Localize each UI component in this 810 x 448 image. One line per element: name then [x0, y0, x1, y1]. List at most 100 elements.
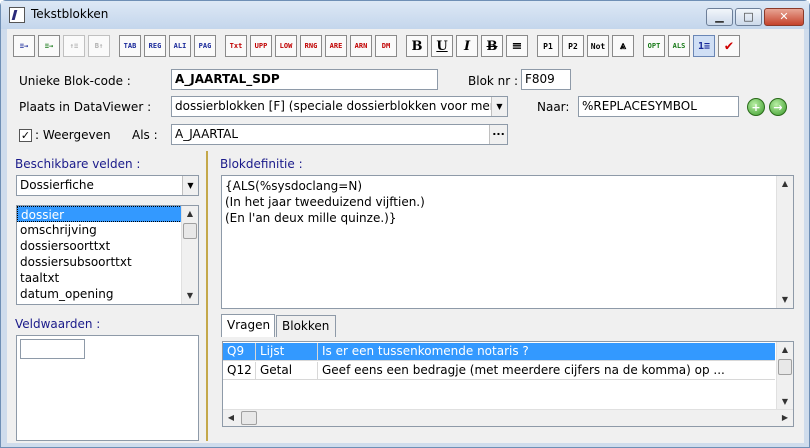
scroll-down-icon[interactable]: ▼	[777, 394, 793, 410]
scroll-left-icon[interactable]: ◀	[223, 410, 239, 426]
list-item[interactable]: taaltxt	[17, 270, 198, 286]
table-row[interactable]: Q9 Lijst Is er een tussenkomende notaris…	[223, 343, 775, 361]
veldwaarden-label: Veldwaarden :	[15, 317, 101, 331]
tab-vragen[interactable]: Vragen	[221, 314, 275, 337]
scroll-right-icon[interactable]: ▶	[777, 410, 793, 426]
velden-list[interactable]: dossier omschrijving dossiersoorttxt dos…	[16, 205, 199, 305]
window-title: Tekstblokken	[31, 7, 109, 21]
scroll-down-icon[interactable]: ▼	[777, 292, 793, 308]
row-text: Geef eens een bedragje (met meerdere cij…	[322, 363, 725, 377]
client-area: ≡→ ≡→ ↑≡ B↑ TAB REG ALI PAG Txt UPP LOW …	[7, 29, 804, 443]
toolbar: ≡→ ≡→ ↑≡ B↑ TAB REG ALI PAG Txt UPP LOW …	[13, 33, 743, 59]
blokcode-label: Unieke Blok-code :	[19, 74, 131, 88]
chevron-down-icon[interactable]: ▼	[182, 176, 198, 195]
scroll-thumb[interactable]	[183, 223, 197, 239]
browse-button[interactable]: ...	[489, 125, 507, 144]
als-button[interactable]: ALS	[668, 35, 690, 57]
blokdefinitie-label: Blokdefinitie :	[220, 157, 303, 171]
minimize-button[interactable]: ▁	[706, 8, 733, 26]
tab-blokken[interactable]: Blokken	[276, 315, 336, 337]
editor-line: (En l'an deux mille quinze.)}	[225, 211, 397, 225]
scroll-up-icon[interactable]: ▲	[777, 342, 793, 358]
maximize-button[interactable]: □	[735, 8, 762, 26]
chevron-down-icon[interactable]: ▼	[491, 97, 507, 116]
plus-icon[interactable]: +	[747, 98, 765, 116]
grid-vscrollbar[interactable]: ▲ ▼	[776, 342, 793, 410]
plaats-select[interactable]: dossierblokken [F] (speciale dossierblok…	[171, 96, 508, 117]
rng-button[interactable]: RNG	[300, 35, 322, 57]
are-button[interactable]: ARE	[325, 35, 347, 57]
txt-button[interactable]: Txt	[225, 35, 247, 57]
strikethrough-button[interactable]: B	[481, 35, 503, 57]
splitter[interactable]	[206, 151, 208, 441]
velden-select-value: Dossierfiche	[20, 178, 94, 192]
close-button[interactable]: ✕	[764, 8, 804, 26]
row-text: Is er een tussenkomende notaris ?	[322, 344, 529, 358]
upp-button[interactable]: UPP	[250, 35, 272, 57]
row-type: Lijst	[256, 343, 318, 361]
bloknr-label: Blok nr :	[468, 74, 519, 88]
opt-button[interactable]: OPT	[643, 35, 665, 57]
scroll-thumb[interactable]	[241, 411, 257, 425]
veldwaarde-input[interactable]	[20, 339, 85, 359]
row-id: Q12	[223, 362, 256, 380]
p2-button[interactable]: P2	[562, 35, 584, 57]
scroll-up-icon[interactable]: ▲	[777, 176, 793, 192]
bloknr-input[interactable]: F809	[521, 69, 571, 90]
confirm-icon[interactable]: ✔	[718, 35, 740, 57]
scroll-up-icon[interactable]: ▲	[182, 206, 198, 222]
reg-button[interactable]: REG	[144, 35, 166, 57]
row-type: Getal	[256, 362, 318, 380]
list-item[interactable]: dossiersubsoorttxt	[17, 254, 198, 270]
velden-scrollbar[interactable]: ▲ ▼	[181, 206, 198, 304]
editor-scrollbar[interactable]: ▲ ▼	[776, 176, 793, 308]
list-item[interactable]: datum_opening	[17, 286, 198, 302]
editor-line: (In het jaar tweeduizend vijftien.)	[225, 195, 425, 209]
weergeven-checkbox[interactable]: ✓	[19, 129, 32, 142]
italic-button[interactable]: I	[456, 35, 478, 57]
move-down-button[interactable]: B↑	[88, 35, 110, 57]
editor-line: {ALS(%sysdoclang=N)	[225, 179, 363, 193]
als-value: A_JAARTAL	[175, 127, 239, 141]
list-item[interactable]: omschrijving	[17, 222, 198, 238]
plaats-label: Plaats in DataViewer :	[19, 100, 152, 114]
tab-button[interactable]: TAB	[119, 35, 141, 57]
scroll-down-icon[interactable]: ▼	[182, 288, 198, 304]
dm-button[interactable]: DM	[375, 35, 397, 57]
align-button[interactable]: ≡	[506, 35, 528, 57]
beschikbare-velden-label: Beschikbare velden :	[15, 157, 141, 171]
title-bar[interactable]: Tekstblokken ▁ □ ✕	[1, 1, 809, 29]
velden-select[interactable]: Dossierfiche ▼	[16, 175, 199, 196]
bold-button[interactable]: B	[406, 35, 428, 57]
blokcode-input[interactable]: A_JAARTAL_SDP	[171, 69, 438, 90]
list-icon[interactable]: 1≡	[693, 35, 715, 57]
row-id: Q9	[223, 343, 256, 361]
als-label: Als :	[132, 128, 158, 142]
table-row[interactable]: Q12 Getal Geef eens een bedragje (met me…	[223, 362, 775, 380]
move-up-button[interactable]: ↑≡	[63, 35, 85, 57]
vragen-grid[interactable]: Q9 Lijst Is er een tussenkomende notaris…	[222, 341, 794, 427]
naar-input[interactable]: %REPLACESYMBOL	[578, 96, 739, 117]
insert-field-left-button[interactable]: ≡→	[13, 35, 35, 57]
insert-field-right-button[interactable]: ≡→	[38, 35, 60, 57]
als-input[interactable]: A_JAARTAL ...	[171, 124, 508, 145]
not-button[interactable]: Not	[587, 35, 609, 57]
ali-button[interactable]: ALI	[169, 35, 191, 57]
p1-button[interactable]: P1	[537, 35, 559, 57]
low-button[interactable]: LOW	[275, 35, 297, 57]
app-icon	[9, 7, 25, 23]
blokdefinitie-editor[interactable]: {ALS(%sysdoclang=N) (In het jaar tweedui…	[221, 175, 794, 309]
list-item[interactable]: dossier	[17, 206, 198, 222]
main-window: Tekstblokken ▁ □ ✕ ≡→ ≡→ ↑≡ B↑ TAB REG A…	[0, 0, 810, 448]
scroll-thumb[interactable]	[778, 359, 792, 375]
arrow-up-icon[interactable]: ⩓	[612, 35, 634, 57]
plaats-value: dossierblokken [F] (speciale dossierblok…	[175, 99, 508, 113]
veldwaarden-list[interactable]	[16, 335, 199, 441]
arrow-right-icon[interactable]: →	[769, 98, 787, 116]
naar-label: Naar:	[537, 100, 570, 114]
list-item[interactable]: dossiersoorttxt	[17, 238, 198, 254]
pag-button[interactable]: PAG	[194, 35, 216, 57]
grid-hscrollbar[interactable]: ◀ ▶	[223, 409, 793, 426]
underline-button[interactable]: U	[431, 35, 453, 57]
arn-button[interactable]: ARN	[350, 35, 372, 57]
